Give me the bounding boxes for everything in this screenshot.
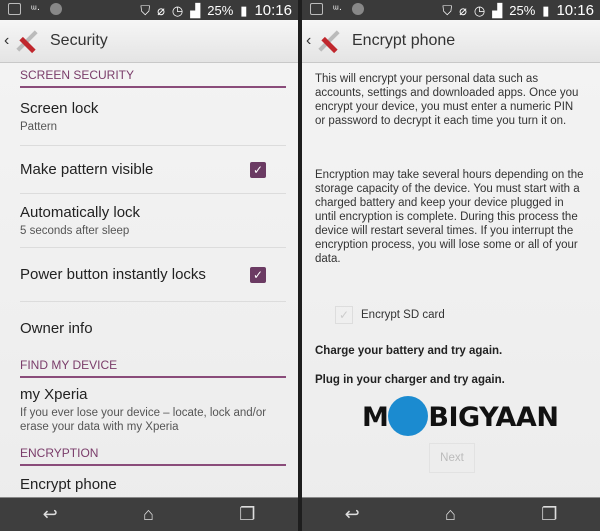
- globe-icon: [50, 3, 63, 15]
- warning-paragraph: Encryption may take several hours depend…: [315, 169, 584, 265]
- globe-icon: [352, 3, 365, 15]
- list-item-owner-info[interactable]: Owner info: [20, 302, 286, 354]
- battery-level: 25%: [207, 3, 234, 18]
- nfc-icon: ⛉: [140, 2, 151, 18]
- image-icon: [310, 3, 323, 15]
- settings-list: SCREEN SECURITY Screen lock Pattern Make …: [0, 64, 298, 502]
- navigation-bar: ↩ ⌂ ❐: [0, 497, 298, 531]
- list-item-make-pattern-visible[interactable]: Make pattern visible ✓: [20, 146, 286, 194]
- back-icon[interactable]: ↩: [43, 504, 58, 525]
- recent-apps-icon[interactable]: ❐: [239, 504, 255, 525]
- walkman-icon: ᵚ·: [333, 3, 343, 15]
- clock: 10:16: [254, 2, 292, 19]
- item-subtitle: 5 seconds after sleep: [20, 224, 130, 237]
- signal-icon: ▟: [492, 2, 503, 18]
- battery-level: 25%: [509, 3, 536, 18]
- checkbox-checked[interactable]: ✓: [250, 266, 266, 283]
- item-title: Encrypt phone: [20, 475, 117, 493]
- security-screen: ᵚ· ⛉ ⌀ ◷ ▟ 25% ▮ 10:16 ‹ Security SCREEN SECUR…: [0, 0, 298, 531]
- item-title: Screen lock: [20, 99, 99, 117]
- encryption-info: This will encrypt your personal data suc…: [302, 64, 600, 266]
- charger-warning: Plug in your charger and try again.: [315, 374, 505, 386]
- status-bar: ᵚ· ⛉ ⌀ ◷ ▟ 25% ▮ 10:16: [302, 0, 600, 20]
- page-title: Security: [50, 32, 108, 49]
- signal-icon: ▟: [190, 2, 201, 18]
- back-chevron-icon[interactable]: ‹: [4, 32, 14, 50]
- settings-tools-icon: [316, 28, 342, 54]
- encrypt-sd-card-option[interactable]: ✓ Encrypt SD card: [335, 306, 445, 324]
- list-item-automatically-lock[interactable]: Automatically lock 5 seconds after sleep: [20, 194, 286, 248]
- item-title: Automatically lock: [20, 203, 141, 221]
- home-icon[interactable]: ⌂: [445, 504, 456, 525]
- list-item-power-button-locks[interactable]: Power button instantly locks ✓: [20, 248, 286, 302]
- item-title: my Xperia: [20, 386, 88, 403]
- image-icon: [8, 3, 21, 15]
- encrypt-phone-screen: ᵚ· ⛉ ⌀ ◷ ▟ 25% ▮ 10:16 ‹ Encrypt phone This wi…: [302, 0, 600, 531]
- walkman-icon: ᵚ·: [31, 3, 41, 15]
- back-icon[interactable]: ↩: [345, 504, 360, 525]
- back-chevron-icon[interactable]: ‹: [306, 32, 316, 50]
- section-header-screen-security: SCREEN SECURITY: [20, 64, 286, 88]
- item-subtitle: Pattern: [20, 120, 58, 133]
- clock: 10:16: [556, 2, 594, 19]
- home-icon[interactable]: ⌂: [143, 504, 154, 525]
- rotate-icon: ⌀: [459, 2, 467, 18]
- next-button[interactable]: Next: [429, 443, 475, 473]
- settings-tools-icon: [14, 28, 40, 54]
- rotate-icon: ⌀: [157, 2, 165, 18]
- recent-apps-icon[interactable]: ❐: [541, 504, 557, 525]
- list-item-screen-lock[interactable]: Screen lock Pattern: [20, 88, 286, 146]
- checkbox-checked[interactable]: ✓: [250, 161, 266, 178]
- nfc-icon: ⛉: [442, 2, 453, 18]
- sd-label: Encrypt SD card: [361, 309, 445, 321]
- action-bar[interactable]: ‹ Security: [0, 20, 298, 63]
- battery-icon: ▮: [240, 2, 248, 18]
- alarm-icon: ◷: [171, 2, 184, 18]
- page-title: Encrypt phone: [352, 32, 456, 49]
- battery-warning: Charge your battery and try again.: [315, 345, 503, 357]
- status-bar: ᵚ· ⛉ ⌀ ◷ ▟ 25% ▮ 10:16: [0, 0, 298, 20]
- section-header-find-my-device: FIND MY DEVICE: [20, 354, 286, 378]
- item-title: Owner info: [20, 319, 93, 337]
- item-subtitle: If you ever lose your device – locate, l…: [20, 407, 267, 433]
- action-bar[interactable]: ‹ Encrypt phone: [302, 20, 600, 63]
- alarm-icon: ◷: [473, 2, 486, 18]
- watermark-logo: M BIGYAAN: [362, 395, 559, 436]
- list-item-my-xperia[interactable]: my Xperia If you ever lose your device – …: [20, 378, 286, 442]
- navigation-bar: ↩ ⌂ ❐: [302, 497, 600, 531]
- battery-icon: ▮: [542, 2, 550, 18]
- section-header-encryption: ENCRYPTION: [20, 442, 286, 466]
- sd-checkbox[interactable]: ✓: [335, 306, 353, 324]
- info-paragraph: This will encrypt your personal data suc…: [315, 73, 579, 127]
- phone-logo-icon: [388, 395, 429, 436]
- item-title: Power button instantly locks: [20, 266, 206, 283]
- item-title: Make pattern visible: [20, 161, 154, 178]
